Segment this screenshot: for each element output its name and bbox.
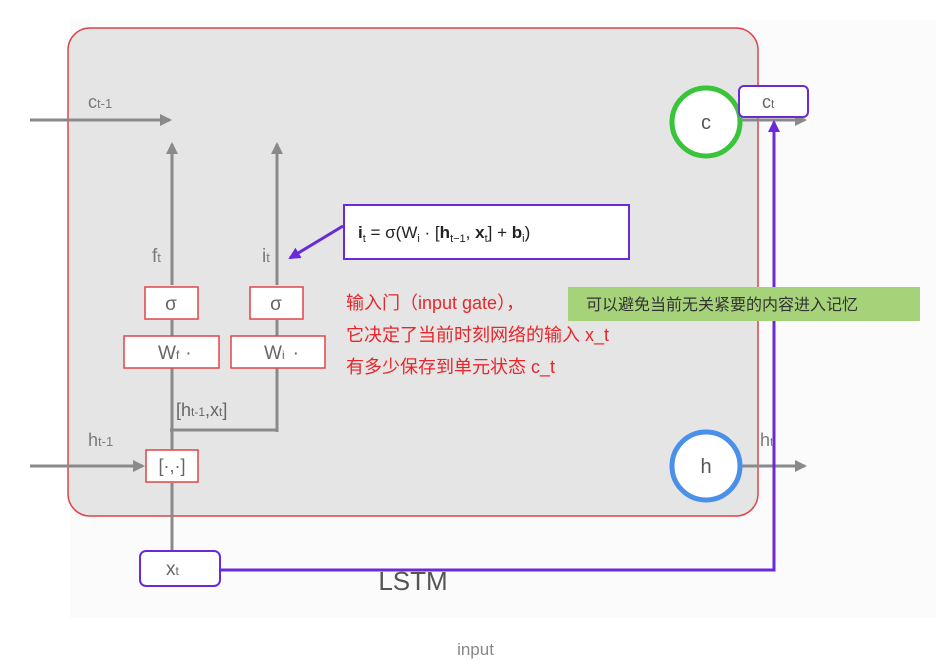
- forget-sigma-text: σ: [165, 294, 177, 315]
- forget-gate-label: ft: [152, 246, 161, 267]
- input-sigma-text: σ: [270, 294, 282, 315]
- hidden-state-text: h: [700, 456, 711, 478]
- lstm-label: LSTM: [378, 566, 447, 596]
- lstm-diagram: ct-1 ht-1 ft it σ σ Wf · Wi · [ht-1,xt] [·…: [30, 20, 936, 618]
- formula-text: it = σ(Wi · [ht−1, xt] + bi): [358, 223, 530, 245]
- annotation-line-1: 输入门（input gate），: [346, 293, 524, 313]
- input-gate-label: it: [262, 246, 270, 267]
- xt-input-box: [139, 550, 221, 587]
- concat-box-text: [·,·]: [159, 456, 186, 476]
- annotation-line-3: 有多少保存到单元状态 c_t: [346, 357, 555, 378]
- note-text: 可以避免当前无关紧要的内容进入记忆: [586, 296, 858, 314]
- wi-text: Wi ·: [264, 343, 299, 364]
- annotation-line-2: 它决定了当前时刻网络的输入 x_t: [346, 325, 609, 346]
- figure-caption: input: [457, 640, 494, 659]
- cell-state-text: c: [701, 112, 711, 134]
- wf-text: Wf ·: [158, 343, 192, 364]
